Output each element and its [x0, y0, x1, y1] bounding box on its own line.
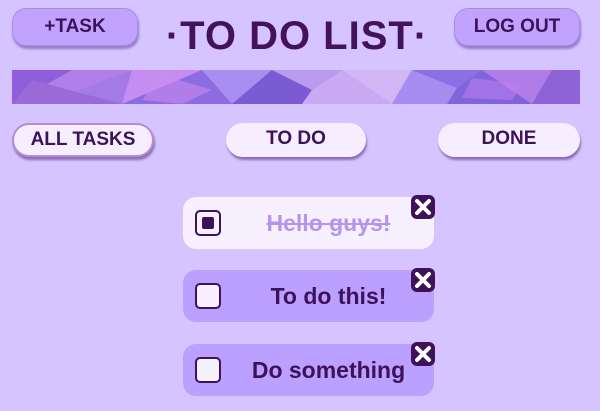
- page-title: ·TO DO LIST·: [165, 14, 429, 58]
- task-checkbox[interactable]: [195, 210, 221, 236]
- task-text: Hello guys!: [266, 210, 391, 236]
- task-item[interactable]: To do this!: [183, 268, 435, 322]
- task-checkbox[interactable]: [195, 283, 221, 309]
- filter-all-tasks[interactable]: ALL TASKS: [12, 123, 154, 157]
- close-icon[interactable]: [411, 342, 435, 366]
- task-text: To do this!: [270, 283, 387, 309]
- close-icon[interactable]: [411, 195, 435, 219]
- filter-to-do[interactable]: TO DO: [226, 123, 366, 157]
- add-task-button[interactable]: +TASK: [12, 8, 138, 46]
- filter-done[interactable]: DONE: [438, 123, 580, 157]
- close-icon[interactable]: [411, 268, 435, 292]
- task-item[interactable]: Hello guys!: [183, 195, 435, 249]
- decorative-banner: [12, 70, 580, 104]
- task-text: Do something: [251, 357, 406, 383]
- task-checkbox[interactable]: [195, 357, 221, 383]
- logout-button[interactable]: LOG OUT: [454, 8, 580, 46]
- task-item[interactable]: Do something: [183, 342, 435, 396]
- checked-icon: [202, 217, 214, 229]
